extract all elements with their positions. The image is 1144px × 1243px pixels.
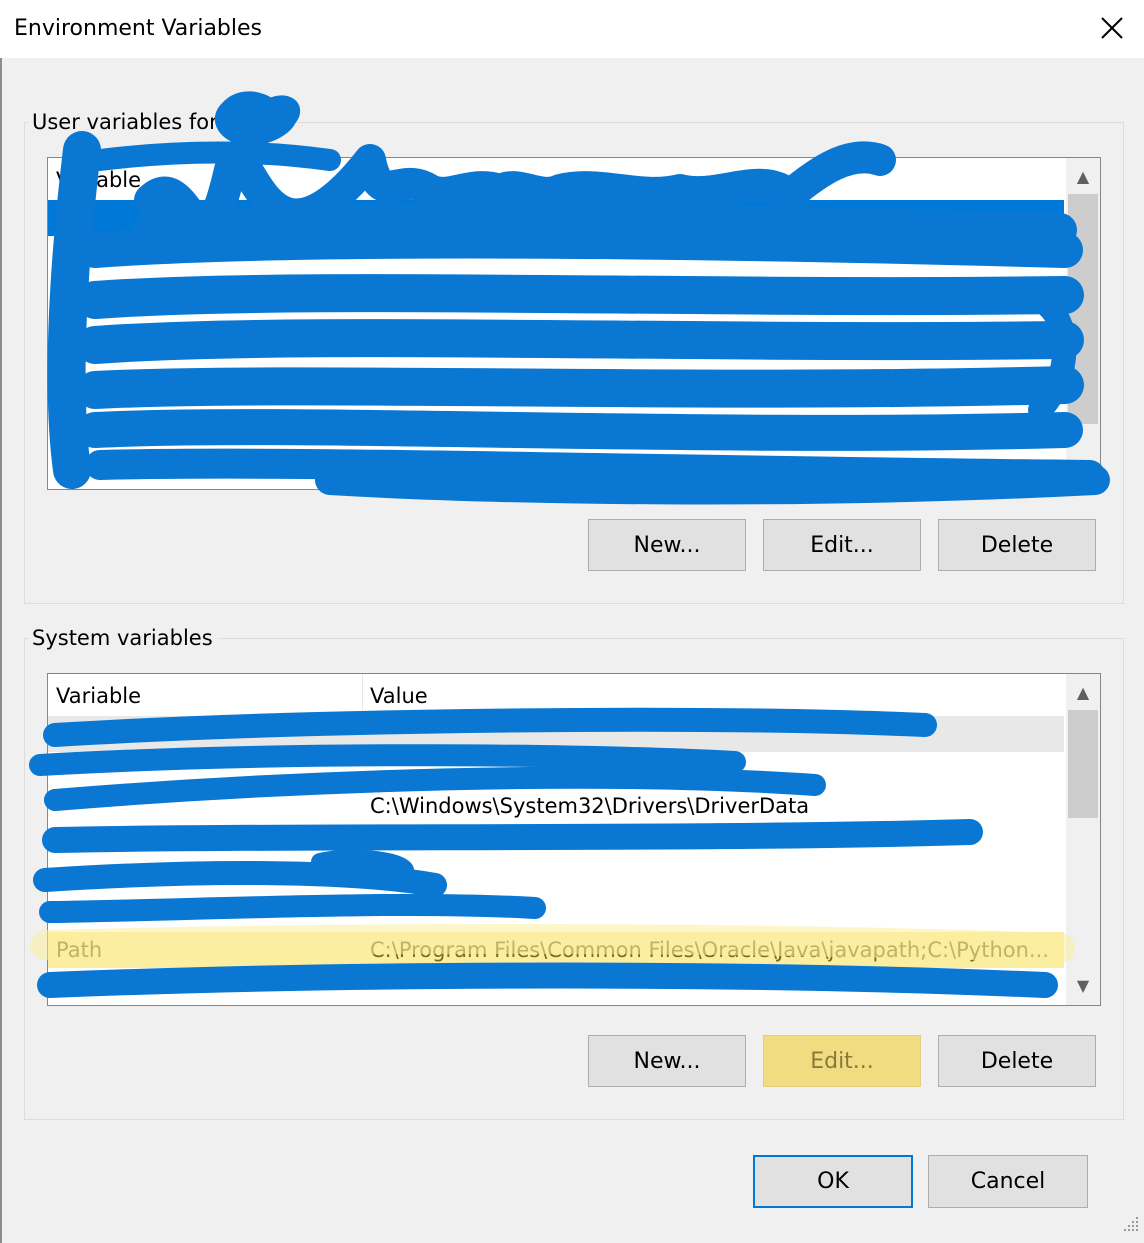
cancel-button[interactable]: Cancel [928,1155,1088,1208]
table-row[interactable] [48,380,1064,416]
table-row[interactable] [48,860,1064,896]
scroll-thumb[interactable] [1068,710,1098,818]
table-row[interactable] [48,236,1064,272]
window-title: Environment Variables [14,16,263,41]
table-row[interactable] [48,344,1064,380]
column-header-value[interactable]: Value [370,684,428,708]
table-row-path[interactable]: Path C:\Program Files\Common Files\Oracle… [48,932,1064,968]
title-bar: Environment Variables [0,0,1144,58]
system-new-button[interactable]: New... [588,1035,746,1087]
table-row[interactable] [48,416,1064,452]
system-variables-label: System variables [28,626,219,650]
table-row[interactable] [48,452,1064,488]
table-row[interactable] [48,968,1064,1004]
user-variables-label: User variables for [28,110,224,134]
user-variables-list[interactable]: Variable Value ▲ ▼ [47,157,1101,490]
column-header-value[interactable]: Value [370,168,428,192]
scroll-down-icon[interactable]: ▼ [1066,453,1100,487]
column-header-variable[interactable]: Variable [56,684,141,708]
user-edit-button[interactable]: Edit... [763,519,921,571]
column-header-variable[interactable]: Variable [56,168,141,192]
table-row[interactable] [48,272,1064,308]
scroll-up-icon[interactable]: ▲ [1066,676,1100,710]
scroll-thumb[interactable] [1068,194,1098,424]
user-delete-button[interactable]: Delete [938,519,1096,571]
table-row[interactable] [48,824,1064,860]
row-value: C:\Windows\System32\Drivers\DriverData [370,794,810,818]
user-variables-scrollbar[interactable]: ▲ ▼ [1066,158,1100,489]
table-row[interactable] [48,896,1064,932]
close-icon[interactable] [1090,6,1134,50]
user-new-button[interactable]: New... [588,519,746,571]
table-row[interactable] [48,200,1064,236]
system-variables-list[interactable]: Variable Value C:\Windows\System32\Drive… [47,673,1101,1006]
ok-button[interactable]: OK [753,1155,913,1208]
system-delete-button[interactable]: Delete [938,1035,1096,1087]
scroll-up-icon[interactable]: ▲ [1066,160,1100,194]
system-variables-scrollbar[interactable]: ▲ ▼ [1066,674,1100,1005]
column-separator [362,674,363,710]
row-variable: Path [56,938,103,962]
table-row[interactable]: C:\Windows\System32\Drivers\DriverData [48,788,1064,824]
system-edit-button[interactable]: Edit... [763,1035,921,1087]
system-variables-header: Variable Value [48,674,1064,710]
background-terminal-text [0,1222,1144,1243]
table-row[interactable] [48,308,1064,344]
user-variables-header: Variable Value [48,158,1064,194]
window-border [0,0,2,1243]
table-row[interactable] [48,752,1064,788]
scroll-down-icon[interactable]: ▼ [1066,969,1100,1003]
column-separator [362,158,363,194]
row-value: C:\Program Files\Common Files\Oracle\Jav… [370,938,1049,962]
table-row[interactable] [48,716,1064,752]
